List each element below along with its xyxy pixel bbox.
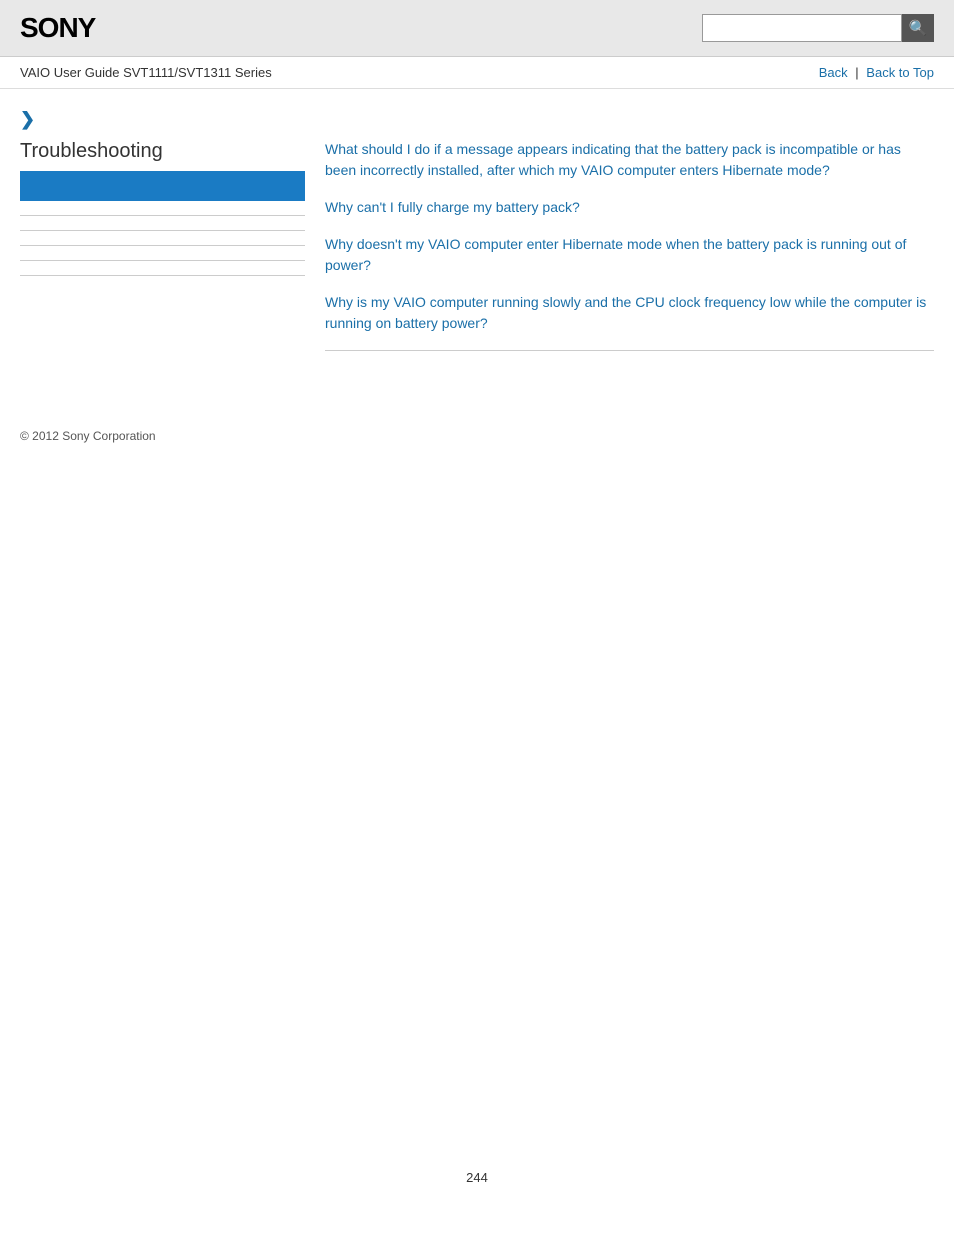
- content-link-4[interactable]: Why is my VAIO computer running slowly a…: [325, 292, 934, 334]
- footer: © 2012 Sony Corporation: [0, 407, 954, 463]
- main-content: ❯ Troubleshooting What should I do if a …: [0, 89, 954, 387]
- back-to-top-link[interactable]: Back to Top: [866, 65, 934, 80]
- sidebar-divider-4: [20, 260, 305, 261]
- content-link-2[interactable]: Why can't I fully charge my battery pack…: [325, 197, 934, 218]
- sidebar-divider-3: [20, 245, 305, 246]
- sidebar-active-item[interactable]: [20, 171, 305, 201]
- nav-bar: VAIO User Guide SVT1111/SVT1311 Series B…: [0, 57, 954, 89]
- back-link[interactable]: Back: [819, 65, 848, 80]
- sidebar: ❯ Troubleshooting: [20, 109, 305, 367]
- search-button[interactable]: 🔍: [902, 14, 934, 42]
- search-input[interactable]: [702, 14, 902, 42]
- guide-title: VAIO User Guide SVT1111/SVT1311 Series: [20, 65, 272, 80]
- content-link-1[interactable]: What should I do if a message appears in…: [325, 139, 934, 181]
- chevron-icon: ❯: [20, 109, 305, 130]
- sidebar-divider-5: [20, 275, 305, 276]
- sony-logo: SONY: [20, 12, 95, 44]
- content-divider: [325, 350, 934, 351]
- page-number: 244: [0, 1150, 954, 1205]
- search-icon: 🔍: [909, 19, 928, 37]
- sidebar-divider-1: [20, 215, 305, 216]
- nav-separator: |: [855, 65, 858, 80]
- copyright: © 2012 Sony Corporation: [20, 429, 156, 443]
- search-area: 🔍: [702, 14, 934, 42]
- content-link-3[interactable]: Why doesn't my VAIO computer enter Hiber…: [325, 234, 934, 276]
- header: SONY 🔍: [0, 0, 954, 57]
- sidebar-title: Troubleshooting: [20, 140, 305, 163]
- nav-links: Back | Back to Top: [819, 65, 934, 80]
- right-content: What should I do if a message appears in…: [325, 109, 934, 367]
- sidebar-divider-2: [20, 230, 305, 231]
